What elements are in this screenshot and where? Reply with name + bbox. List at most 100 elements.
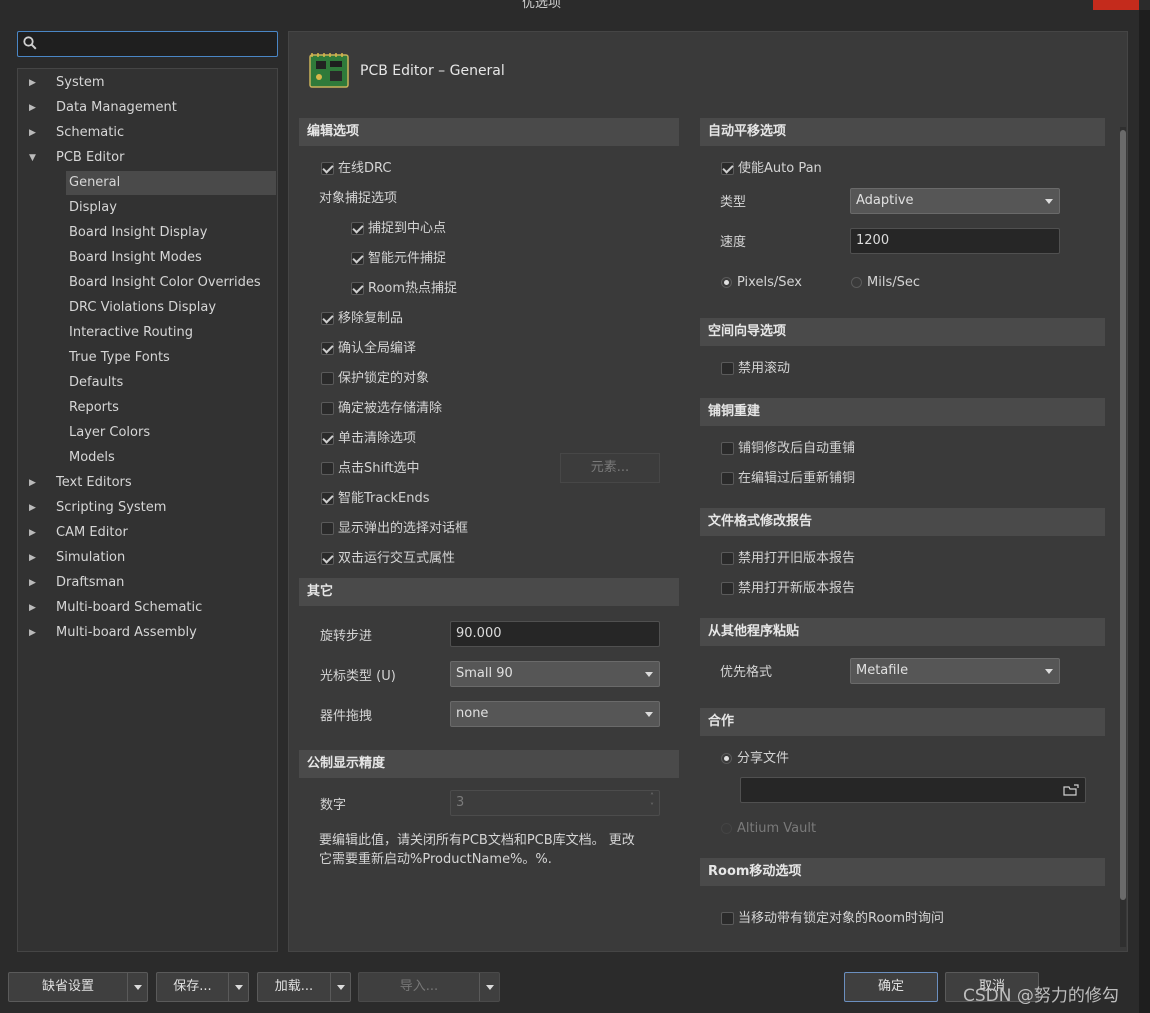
online-drc-label: 在线DRC: [338, 161, 392, 176]
close-button[interactable]: [1093, 0, 1139, 10]
elements-button[interactable]: 元素...: [560, 453, 660, 483]
smart-comp-snap-label: 智能元件捕捉: [368, 251, 447, 266]
watermark: CSDN @努力的修勾: [963, 986, 1119, 1006]
chevron-down-icon[interactable]: [330, 973, 350, 1001]
cursor-type-select[interactable]: Small 90: [450, 661, 660, 687]
preferred-format-select[interactable]: Metafile: [850, 658, 1060, 684]
browse-folder-icon[interactable]: [1063, 784, 1079, 796]
autopan-speed-label: 速度: [720, 235, 747, 250]
chevron-right-icon[interactable]: ▶: [29, 497, 39, 519]
section-collaboration: 合作: [700, 708, 1105, 736]
search-icon: [23, 36, 37, 50]
save-button[interactable]: 保存...: [156, 972, 249, 1002]
chevron-down-icon: [645, 672, 653, 677]
mils-sec-radio[interactable]: [851, 277, 862, 288]
ask-locked-room-checkbox[interactable]: [721, 912, 734, 925]
digits-label: 数字: [320, 798, 347, 813]
tree-item-general[interactable]: General: [66, 171, 276, 195]
import-button[interactable]: 导入...: [358, 972, 500, 1002]
chevron-right-icon[interactable]: ▶: [29, 622, 39, 644]
chevron-right-icon[interactable]: ▶: [29, 522, 39, 544]
online-drc-checkbox[interactable]: [321, 162, 334, 175]
ok-button[interactable]: 确定: [844, 972, 938, 1002]
vertical-scrollbar[interactable]: [1119, 127, 1127, 947]
altium-vault-radio[interactable]: [721, 823, 732, 834]
protect-locked-checkbox[interactable]: [321, 372, 334, 385]
search-box[interactable]: [17, 31, 278, 57]
section-polygon-rebuild: 铺铜重建: [700, 398, 1105, 426]
share-path-input[interactable]: [740, 777, 1086, 803]
load-button[interactable]: 加载...: [257, 972, 351, 1002]
tree-item-defaults[interactable]: Defaults: [66, 371, 123, 395]
cursor-type-value: Small 90: [456, 666, 513, 681]
disable-old-report-label: 禁用打开旧版本报告: [738, 551, 856, 566]
rotation-step-label: 旋转步进: [320, 629, 373, 644]
click-clear-selection-checkbox[interactable]: [321, 432, 334, 445]
confirm-clear-memory-label: 确定被选存储清除: [338, 401, 443, 416]
digits-value: 3: [456, 795, 465, 810]
comp-drag-select[interactable]: none: [450, 701, 660, 727]
chevron-down-icon[interactable]: [479, 973, 499, 1001]
autopan-type-select[interactable]: Adaptive: [850, 188, 1060, 214]
tree-item-models[interactable]: Models: [66, 446, 115, 470]
show-popup-select-label: 显示弹出的选择对话框: [338, 521, 469, 536]
dblclick-inspector-checkbox[interactable]: [321, 552, 334, 565]
spinner-arrows-icon: ˄ ˅: [650, 792, 654, 811]
default-settings-button[interactable]: 缺省设置: [8, 972, 148, 1002]
settings-panel: PCB Editor – General 编辑选项 在线DRC 对象捕捉选项 捕…: [288, 31, 1128, 952]
chevron-down-icon[interactable]: ▼: [29, 147, 39, 169]
chevron-down-icon[interactable]: [127, 973, 147, 1001]
tree-item-board-insight-color-overrides[interactable]: Board Insight Color Overrides: [66, 271, 261, 295]
disable-roll-checkbox[interactable]: [721, 362, 734, 375]
shift-click-select-checkbox[interactable]: [321, 462, 334, 475]
tree-item-display[interactable]: Display: [66, 196, 117, 220]
title-bar: [0, 0, 1150, 10]
chevron-down-icon[interactable]: [228, 973, 248, 1001]
tree-item-drc-violations-display[interactable]: DRC Violations Display: [66, 296, 216, 320]
settings-tree: ▶ System ▶ Data Management ▶ Schematic ▼…: [17, 68, 278, 952]
confirm-global-edit-label: 确认全局编译: [338, 341, 417, 356]
scroll-thumb[interactable]: [1120, 130, 1126, 900]
section-file-format-report: 文件格式修改报告: [700, 508, 1105, 536]
smart-track-ends-checkbox[interactable]: [321, 492, 334, 505]
remove-duplicates-label: 移除复制品: [338, 311, 404, 326]
tree-item-reports[interactable]: Reports: [66, 396, 119, 420]
chevron-right-icon[interactable]: ▶: [29, 547, 39, 569]
chevron-right-icon[interactable]: ▶: [29, 72, 39, 94]
chevron-right-icon[interactable]: ▶: [29, 122, 39, 144]
digits-spinbox: 3 ˄ ˅: [450, 790, 660, 816]
show-popup-select-checkbox[interactable]: [321, 522, 334, 535]
auto-repour-checkbox[interactable]: [721, 442, 734, 455]
tree-item-layer-colors[interactable]: Layer Colors: [66, 421, 150, 445]
pixels-sec-label: Pixels/Sex: [737, 275, 802, 290]
pixels-sec-radio[interactable]: [721, 277, 732, 288]
confirm-clear-memory-checkbox[interactable]: [321, 402, 334, 415]
share-files-radio[interactable]: [721, 753, 732, 764]
pcb-board-icon: [309, 53, 349, 88]
window-title: 优选项: [522, 0, 562, 11]
enable-autopan-checkbox[interactable]: [721, 162, 734, 175]
chevron-down-icon: [645, 712, 653, 717]
chevron-right-icon[interactable]: ▶: [29, 597, 39, 619]
snap-center-checkbox[interactable]: [351, 222, 364, 235]
autopan-speed-input[interactable]: 1200: [850, 228, 1060, 254]
tree-item-interactive-routing[interactable]: Interactive Routing: [66, 321, 193, 345]
remove-duplicates-checkbox[interactable]: [321, 312, 334, 325]
section-space-navigator: 空间向导选项: [700, 318, 1105, 346]
tree-item-true-type-fonts[interactable]: True Type Fonts: [66, 346, 170, 370]
tree-item-board-insight-modes[interactable]: Board Insight Modes: [66, 246, 202, 270]
confirm-global-edit-checkbox[interactable]: [321, 342, 334, 355]
chevron-right-icon[interactable]: ▶: [29, 472, 39, 494]
disable-new-report-checkbox[interactable]: [721, 582, 734, 595]
chevron-right-icon[interactable]: ▶: [29, 572, 39, 594]
room-hotspot-checkbox[interactable]: [351, 282, 364, 295]
rotation-step-input[interactable]: 90.000: [450, 621, 660, 647]
disable-old-report-checkbox[interactable]: [721, 552, 734, 565]
search-input[interactable]: [42, 34, 272, 54]
share-files-label: 分享文件: [737, 751, 790, 766]
repour-after-edit-checkbox[interactable]: [721, 472, 734, 485]
tree-item-board-insight-display[interactable]: Board Insight Display: [66, 221, 207, 245]
chevron-right-icon[interactable]: ▶: [29, 97, 39, 119]
chevron-down-icon: [1045, 669, 1053, 674]
smart-comp-snap-checkbox[interactable]: [351, 252, 364, 265]
